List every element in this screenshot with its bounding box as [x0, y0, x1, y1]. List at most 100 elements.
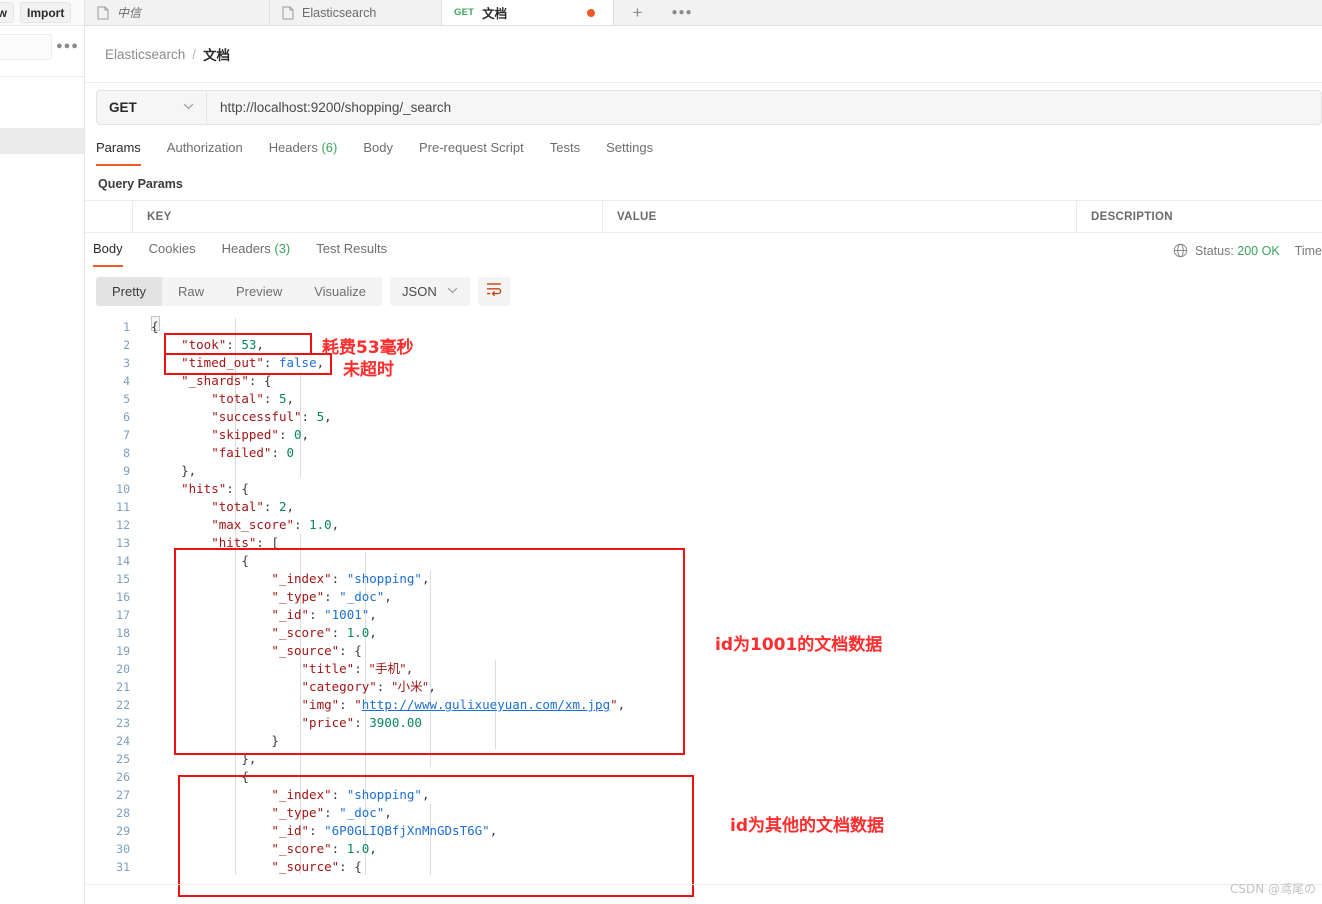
line-content: "skipped": 0, [211, 427, 310, 442]
code-line: 8 "failed": 0 [85, 444, 1322, 462]
csdn-watermark: CSDN @鸢尾の [1229, 882, 1316, 896]
sidebar-search-row: ●●● [0, 34, 84, 62]
column-header-description: DESCRIPTION [1091, 210, 1173, 223]
code-line: 11 "total": 2, [85, 498, 1322, 516]
code-line: 1{ [85, 318, 1322, 336]
code-line: 31 "_source": { [85, 858, 1322, 876]
breadcrumb-root[interactable]: Elasticsearch [105, 47, 185, 62]
query-params-description-col: DESCRIPTION [1077, 201, 1322, 232]
code-line: 15 "_index": "shopping", [85, 570, 1322, 588]
code-line: 4 "_shards": { [85, 372, 1322, 390]
line-content: "hits": [ [211, 535, 279, 550]
code-line: 26 { [85, 768, 1322, 786]
response-img-link[interactable]: http://www.gulixueyuan.com/xm.jpg [362, 697, 610, 712]
tab-more-icon[interactable]: ●●● [662, 0, 702, 25]
line-number: 16 [116, 590, 130, 604]
status-badge[interactable]: Status: 200 OK [1195, 244, 1280, 258]
query-params-title: Query Params [98, 177, 183, 191]
response-body-viewer[interactable]: 1{ 2 "took": 53, 3 "timed_out": false, 4… [85, 315, 1322, 885]
tab-pre-request-script[interactable]: Pre-request Script [406, 140, 537, 162]
line-content: "hits": { [181, 481, 249, 496]
view-mode-pretty[interactable]: Pretty [96, 277, 162, 306]
line-number: 7 [123, 428, 130, 442]
line-content: "_score": 1.0, [271, 841, 377, 856]
line-content: "_id": "1001", [271, 607, 377, 622]
line-number: 6 [123, 410, 130, 424]
sidebar-selected-item[interactable] [0, 128, 84, 154]
response-tab-body[interactable]: Body [93, 241, 136, 267]
tab-body[interactable]: Body [350, 140, 406, 162]
status-prefix: Status: [1194, 243, 1238, 258]
line-content: "total": 5, [211, 391, 295, 406]
tab-headers-count: (6) [321, 140, 338, 155]
globe-icon [1173, 243, 1188, 258]
line-content: "category": "小米", [301, 679, 436, 694]
new-button[interactable]: ew [0, 2, 15, 23]
line-content: "timed_out": false, [181, 355, 325, 370]
document-icon [282, 6, 294, 20]
line-content: "max_score": 1.0, [211, 517, 340, 532]
chevron-down-icon [183, 102, 194, 113]
view-mode-visualize[interactable]: Visualize [298, 277, 382, 306]
code-line: 7 "skipped": 0, [85, 426, 1322, 444]
line-content: "successful": 5, [211, 409, 332, 424]
request-url-input[interactable]: http://localhost:9200/shopping/_search [206, 90, 1322, 125]
tab-label: 中信 [117, 6, 142, 20]
line-number: 31 [116, 860, 130, 874]
view-mode-segmented-control: Pretty Raw Preview Visualize [96, 277, 383, 306]
http-method-select[interactable]: GET [96, 90, 206, 125]
line-number: 8 [123, 446, 130, 460]
line-content: }, [181, 463, 197, 478]
line-number: 9 [123, 464, 130, 478]
import-button[interactable]: Import [20, 2, 72, 23]
line-content: "price": 3900.00 [301, 715, 422, 730]
code-line: 3 "timed_out": false, [85, 354, 1322, 372]
query-params-key-col: KEY [133, 201, 603, 232]
line-number: 18 [116, 626, 130, 640]
line-number: 13 [116, 536, 130, 550]
line-number: 14 [116, 554, 130, 568]
code-line: 13 "hits": [ [85, 534, 1322, 552]
code-line: 29 "_id": "6P0GLIQBfjXnMnGDsT6G", [85, 822, 1322, 840]
tab-params[interactable]: Params [96, 140, 154, 166]
line-content: "_score": 1.0, [271, 625, 377, 640]
code-line: 9 }, [85, 462, 1322, 480]
response-tab-test-results-label: Test Results [316, 241, 388, 256]
code-line: 18 "_score": 1.0, [85, 624, 1322, 642]
line-content: "_shards": { [181, 373, 272, 388]
line-content: "_type": "_doc", [271, 589, 392, 604]
new-tab-button[interactable]: + [614, 0, 662, 25]
wrap-lines-button[interactable] [477, 277, 510, 306]
response-status-area: Status: 200 OK Time [1173, 243, 1322, 258]
tab-zhongxin[interactable]: 中信 [85, 0, 270, 25]
view-mode-raw[interactable]: Raw [162, 277, 220, 306]
line-content: { [241, 769, 249, 784]
response-format-select[interactable]: JSON [390, 277, 470, 306]
tab-headers[interactable]: Headers (6) [256, 140, 351, 162]
tab-settings[interactable]: Settings [593, 140, 666, 162]
line-number: 27 [116, 788, 130, 802]
line-number: 24 [116, 734, 130, 748]
response-tab-test-results[interactable]: Test Results [303, 241, 400, 263]
response-tab-cookies[interactable]: Cookies [136, 241, 209, 263]
query-params-value-col: VALUE [603, 201, 1077, 232]
tab-authorization[interactable]: Authorization [154, 140, 256, 162]
code-line: 16 "_type": "_doc", [85, 588, 1322, 606]
tab-headers-label: Headers [268, 140, 318, 155]
sidebar-search-input[interactable] [0, 34, 52, 60]
query-params-checkbox-col [85, 201, 133, 232]
tab-wendang[interactable]: GET 文档 [442, 0, 614, 25]
view-mode-preview[interactable]: Preview [220, 277, 298, 306]
response-tab-headers[interactable]: Headers (3) [209, 241, 304, 263]
line-content: }, [241, 751, 257, 766]
tab-tests[interactable]: Tests [537, 140, 593, 162]
line-content: "_index": "shopping", [271, 571, 430, 586]
code-line: 14 { [85, 552, 1322, 570]
code-line: 12 "max_score": 1.0, [85, 516, 1322, 534]
request-url-text: http://localhost:9200/shopping/_search [220, 100, 452, 115]
more-horizontal-icon[interactable]: ●●● [56, 40, 79, 52]
tab-elasticsearch[interactable]: Elasticsearch [270, 0, 442, 25]
code-line: 17 "_id": "1001", [85, 606, 1322, 624]
code-line: 2 "took": 53, [85, 336, 1322, 354]
line-number: 22 [116, 698, 130, 712]
